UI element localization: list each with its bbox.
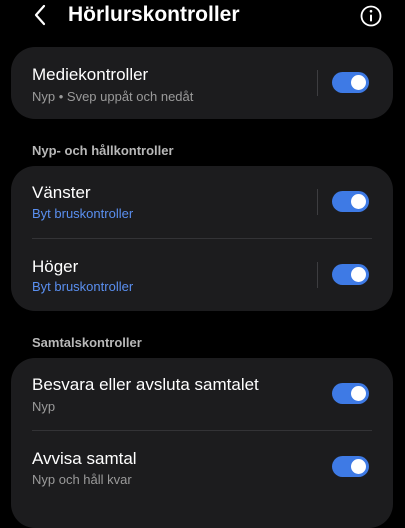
left-control-row[interactable]: Vänster Byt bruskontroller	[11, 166, 393, 238]
toggle-knob	[351, 267, 366, 282]
answer-end-call-subtitle: Nyp	[32, 399, 56, 414]
chevron-left-icon	[34, 4, 46, 26]
toggle-knob	[351, 459, 366, 474]
right-control-title: Höger	[32, 257, 79, 276]
row-divider	[317, 70, 318, 96]
decline-call-subtitle: Nyp och håll kvar	[32, 472, 132, 487]
decline-call-title: Avvisa samtal	[32, 449, 137, 468]
call-controls-card: Besvara eller avsluta samtalet Nyp Avvis…	[11, 358, 393, 528]
answer-end-call-title: Besvara eller avsluta samtalet	[32, 375, 259, 394]
media-controls-title: Mediekontroller	[32, 65, 149, 84]
toggle-knob	[351, 386, 366, 401]
left-control-link[interactable]: Byt bruskontroller	[32, 205, 133, 223]
pinch-controls-card: Vänster Byt bruskontroller Höger Byt bru…	[11, 166, 393, 311]
decline-call-toggle[interactable]	[332, 456, 369, 477]
answer-end-call-row[interactable]: Besvara eller avsluta samtalet Nyp	[11, 358, 393, 430]
decline-call-row[interactable]: Avvisa samtal Nyp och håll kvar	[11, 431, 393, 503]
app-header: Hörlurskontroller	[0, 0, 405, 32]
right-control-link[interactable]: Byt bruskontroller	[32, 278, 133, 296]
info-button[interactable]	[358, 3, 384, 29]
left-control-title: Vänster	[32, 183, 91, 202]
back-button[interactable]	[28, 2, 54, 28]
media-controls-row[interactable]: Mediekontroller Nyp • Svep uppåt och ned…	[11, 47, 393, 119]
media-controls-toggle[interactable]	[332, 72, 369, 93]
info-icon	[360, 5, 382, 27]
right-control-toggle[interactable]	[332, 264, 369, 285]
media-controls-subtitle: Nyp • Svep uppåt och nedåt	[32, 89, 194, 104]
row-divider	[317, 262, 318, 288]
row-divider	[317, 189, 318, 215]
toggle-knob	[351, 75, 366, 90]
page-title: Hörlurskontroller	[68, 3, 240, 26]
left-control-toggle[interactable]	[332, 191, 369, 212]
call-section-label: Samtalskontroller	[32, 335, 142, 350]
media-controls-card: Mediekontroller Nyp • Svep uppåt och ned…	[11, 47, 393, 119]
answer-end-call-toggle[interactable]	[332, 383, 369, 404]
right-control-row[interactable]: Höger Byt bruskontroller	[11, 239, 393, 311]
toggle-knob	[351, 194, 366, 209]
pinch-section-label: Nyp- och hållkontroller	[32, 143, 174, 158]
